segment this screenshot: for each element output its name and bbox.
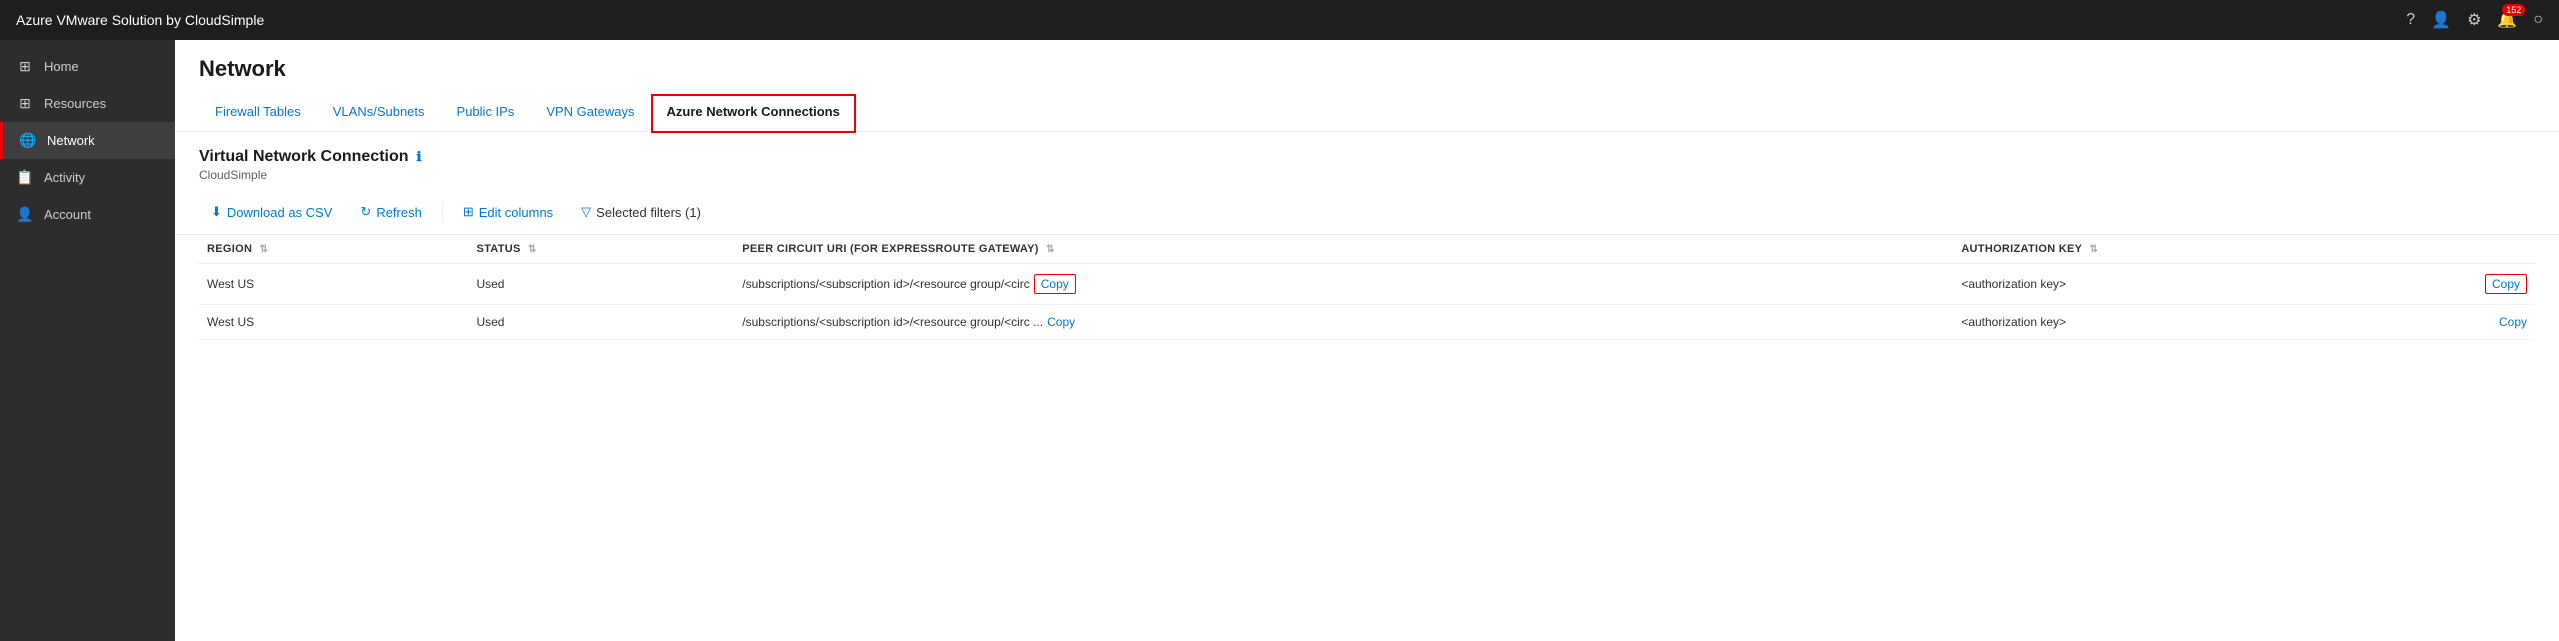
page-title: Network [199,56,2535,82]
tab-vpn[interactable]: VPN Gateways [530,94,650,131]
sidebar: ⊞ Home ⊞ Resources 🌐 Network 📋 Activity … [0,40,175,641]
tab-publicips[interactable]: Public IPs [441,94,531,131]
copy-uri-button-1[interactable]: Copy [1034,274,1076,294]
region-cell: West US [199,264,468,305]
sidebar-item-label: Account [44,207,91,222]
page-header: Network Firewall Tables VLANs/Subnets Pu… [175,40,2559,132]
sidebar-item-network[interactable]: 🌐 Network [0,122,175,159]
resources-icon: ⊞ [16,95,34,112]
status-cell: Used [468,305,734,340]
col-region: REGION ⇅ [199,235,468,264]
edit-columns-button[interactable]: ⊞ Edit columns [451,198,565,226]
uri-text: /subscriptions/<subscription id>/<resour… [742,315,1043,329]
sort-icon-uri[interactable]: ⇅ [1046,244,1055,255]
tabs: Firewall Tables VLANs/Subnets Public IPs… [199,94,2535,131]
sort-icon-status[interactable]: ⇅ [528,244,537,255]
filters-button[interactable]: ▽ Selected filters (1) [569,198,713,226]
sidebar-item-home[interactable]: ⊞ Home [0,48,175,85]
connections-table: REGION ⇅ STATUS ⇅ PEER CIRCUIT URI (FOR … [199,235,2535,340]
sidebar-item-label: Activity [44,170,85,185]
auth-cell: <authorization key> Copy [1953,305,2535,340]
toolbar-divider [442,202,443,222]
sidebar-item-activity[interactable]: 📋 Activity [0,159,175,196]
region-cell: West US [199,305,468,340]
tab-azure[interactable]: Azure Network Connections [651,94,856,133]
table-container: REGION ⇅ STATUS ⇅ PEER CIRCUIT URI (FOR … [175,235,2559,340]
filter-icon: ▽ [581,204,591,220]
col-peer-circuit-uri: PEER CIRCUIT URI (FOR EXPRESSROUTE GATEW… [734,235,1953,264]
auth-key-text: <authorization key> [1961,277,2066,291]
edit-columns-icon: ⊞ [463,204,474,220]
tab-firewall[interactable]: Firewall Tables [199,94,317,131]
sub-company: CloudSimple [199,168,2535,182]
sidebar-item-label: Home [44,59,79,74]
auth-cell: <authorization key> Copy [1953,264,2535,305]
sort-icon-region[interactable]: ⇅ [260,244,269,255]
auth-key-text: <authorization key> [1961,315,2066,329]
refresh-icon: ↻ [360,204,371,220]
main-layout: ⊞ Home ⊞ Resources 🌐 Network 📋 Activity … [0,40,2559,641]
sub-title: Virtual Network Connection ℹ [199,148,2535,166]
uri-cell: /subscriptions/<subscription id>/<resour… [734,264,1953,305]
account-sidebar-icon: 👤 [16,206,34,223]
sub-header: Virtual Network Connection ℹ CloudSimple [175,132,2559,190]
topbar-icons: ? 👤 ⚙ 🔔 152 ○ [2406,10,2543,30]
download-csv-button[interactable]: ⬇ Download as CSV [199,198,344,226]
sidebar-item-account[interactable]: 👤 Account [0,196,175,233]
activity-icon: 📋 [16,169,34,186]
network-icon: 🌐 [19,132,37,149]
sidebar-item-resources[interactable]: ⊞ Resources [0,85,175,122]
download-icon: ⬇ [211,204,222,220]
help-icon[interactable]: ? [2406,11,2415,29]
account-icon[interactable]: 👤 [2431,10,2451,30]
uri-text: /subscriptions/<subscription id>/<resour… [742,277,1029,291]
copy-auth-button-2[interactable]: Copy [2499,315,2527,329]
table-row: West US Used /subscriptions/<subscriptio… [199,305,2535,340]
sidebar-item-label: Network [47,133,95,148]
sort-icon-auth[interactable]: ⇅ [2089,244,2098,255]
col-auth-key: AUTHORIZATION KEY ⇅ [1953,235,2535,264]
content-area: Network Firewall Tables VLANs/Subnets Pu… [175,40,2559,641]
notification-badge: 152 [2502,4,2525,16]
toolbar: ⬇ Download as CSV ↻ Refresh ⊞ Edit colum… [175,190,2559,235]
tab-vlans[interactable]: VLANs/Subnets [317,94,441,131]
home-icon: ⊞ [16,58,34,75]
refresh-button[interactable]: ↻ Refresh [348,198,433,226]
sidebar-item-label: Resources [44,96,106,111]
app-title: Azure VMware Solution by CloudSimple [16,12,264,28]
notification-icon[interactable]: 🔔 152 [2497,10,2517,30]
col-status: STATUS ⇅ [468,235,734,264]
settings-icon[interactable]: ⚙ [2467,10,2481,30]
user-icon[interactable]: ○ [2533,11,2543,29]
uri-cell: /subscriptions/<subscription id>/<resour… [734,305,1953,340]
info-icon[interactable]: ℹ [417,149,422,165]
copy-uri-button-2[interactable]: Copy [1047,315,1075,329]
copy-auth-button-1[interactable]: Copy [2485,274,2527,294]
table-row: West US Used /subscriptions/<subscriptio… [199,264,2535,305]
topbar: Azure VMware Solution by CloudSimple ? 👤… [0,0,2559,40]
status-cell: Used [468,264,734,305]
